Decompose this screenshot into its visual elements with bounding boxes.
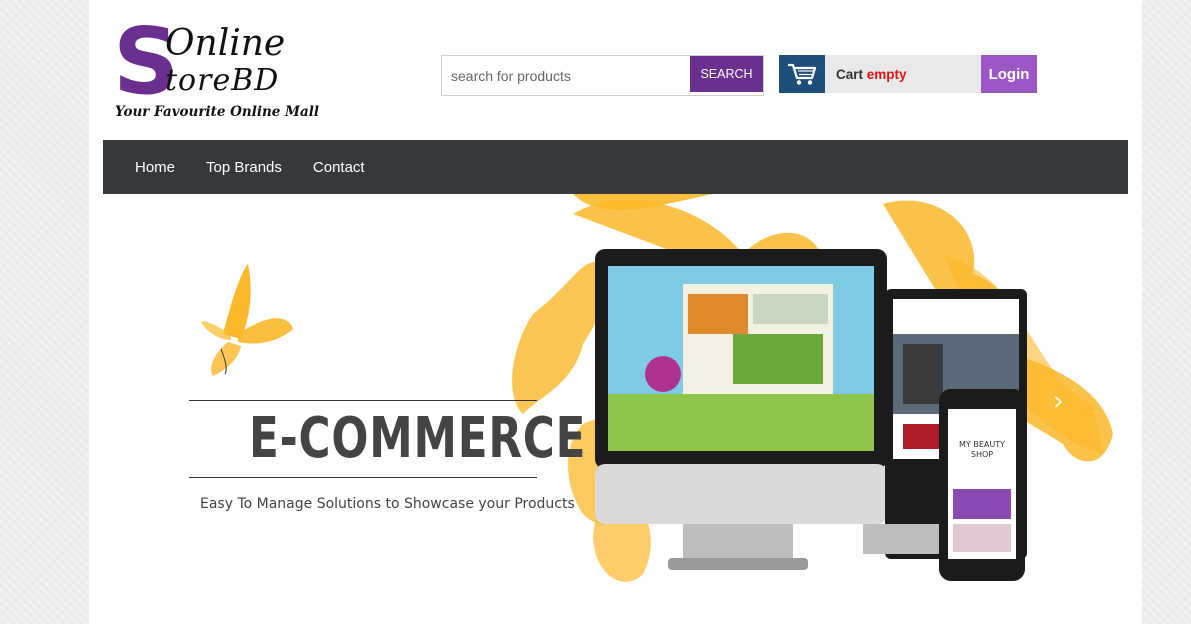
cart-status: Cart empty [836,67,907,82]
search-bar: SEARCH [441,55,764,96]
shopping-cart-icon [779,55,825,93]
pinwheel-decoration [201,264,293,376]
logo-tagline: Your Favourite Online Mall [115,104,320,120]
headline-rule-top [189,400,537,401]
phone-shop-title: MY BEAUTY [959,440,1005,449]
phone-shop-subtitle: SHOP [971,450,993,459]
login-button[interactable]: Login [981,55,1037,93]
cart-empty-status: empty [866,67,907,82]
banner-subtitle: Easy To Manage Solutions to Showcase you… [200,496,575,512]
site-logo[interactable]: S Online toreBD Your Favourite Online Ma… [113,16,343,122]
cart-label: Cart [836,67,864,82]
nav-item-contact[interactable]: Contact [313,159,365,176]
page-container: S Online toreBD Your Favourite Online Ma… [89,0,1142,624]
chevron-right-icon[interactable]: › [1053,384,1064,417]
banner-headline: E-COMMERCE [249,406,587,471]
banner-text-block: E-COMMERCE Easy To Manage Solutions to S… [189,400,587,512]
nav-item-home[interactable]: Home [135,159,175,176]
search-button[interactable]: SEARCH [690,56,763,92]
desktop-monitor [595,249,887,570]
logo-word-store: toreBD [165,63,280,98]
logo-word-online: Online [165,23,286,64]
search-input[interactable] [442,56,690,95]
smartphone [939,389,1025,581]
banner-slide: MY BEAUTY SHOP E-COMMERCE Easy To Manage… [103,194,1128,624]
cart-widget[interactable]: Cart empty [779,55,982,93]
headline-rule-bottom [189,477,537,478]
nav-item-top-brands[interactable]: Top Brands [206,159,282,176]
main-nav: Home Top Brands Contact [103,140,1128,194]
